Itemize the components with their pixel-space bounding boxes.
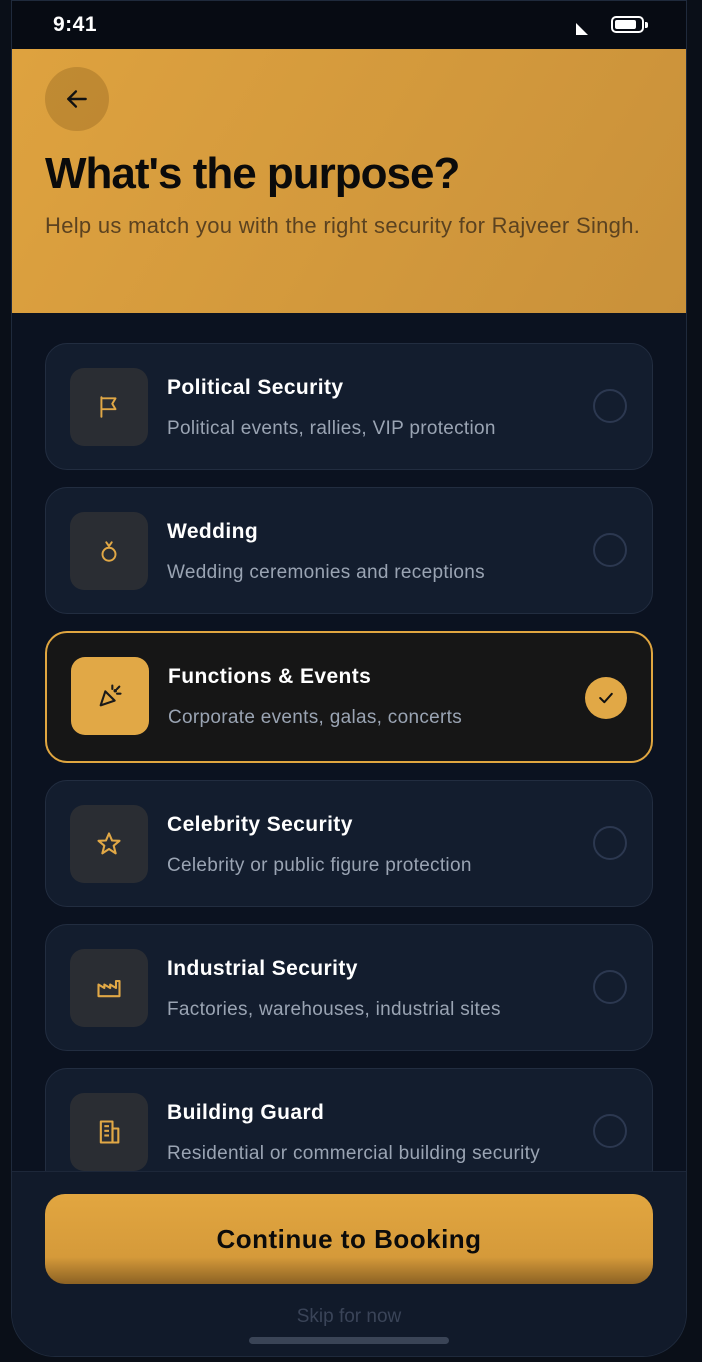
signal-icon (576, 23, 588, 35)
option-radio[interactable] (593, 826, 627, 860)
option-description: Celebrity or public figure protection (167, 855, 472, 876)
option-radio-checked[interactable] (585, 677, 627, 719)
arrow-left-icon (67, 90, 87, 108)
home-indicator (249, 1337, 449, 1344)
ring-icon (101, 541, 117, 562)
option-title: Building Guard (167, 1101, 325, 1124)
option-icon-box (70, 512, 148, 590)
option-description: Wedding ceremonies and receptions (167, 562, 485, 583)
check-icon (599, 692, 613, 704)
battery-icon (611, 16, 648, 33)
option-icon-box (70, 805, 148, 883)
option-icon-box (70, 949, 148, 1027)
option-wedding[interactable]: Wedding Wedding ceremonies and reception… (45, 487, 653, 614)
continue-to-booking-button[interactable]: Continue to Booking (45, 1194, 653, 1284)
flag-icon (100, 396, 117, 418)
status-time: 9:41 (53, 13, 98, 36)
page-subtitle: Help us match you with the right securit… (45, 213, 641, 238)
option-title: Political Security (167, 376, 344, 399)
status-bar: 9:41 (12, 1, 686, 49)
option-radio[interactable] (593, 1114, 627, 1148)
option-political-security[interactable]: Political Security Political events, ral… (45, 343, 653, 470)
option-title: Industrial Security (167, 957, 358, 980)
option-icon-box (70, 1093, 148, 1171)
option-radio[interactable] (593, 970, 627, 1004)
option-description: Factories, warehouses, industrial sites (167, 999, 501, 1020)
app-screen: 9:41 What's the purpose? Help us match y… (11, 0, 687, 1357)
option-title: Functions & Events (168, 665, 372, 688)
building-icon (99, 1120, 120, 1144)
option-description: Political events, rallies, VIP protectio… (167, 418, 496, 439)
option-celebrity-security[interactable]: Celebrity Security Celebrity or public f… (45, 780, 653, 907)
page-header: What's the purpose? Help us match you wi… (12, 49, 686, 313)
option-functions-events[interactable]: Functions & Events Corporate events, gal… (45, 631, 653, 763)
footer-actions: Continue to Booking Skip for now (12, 1171, 686, 1356)
party-popper-icon (99, 684, 122, 707)
star-icon (97, 832, 121, 855)
option-radio[interactable] (593, 389, 627, 423)
factory-icon (97, 979, 121, 998)
option-icon-box (71, 657, 149, 735)
back-button[interactable] (45, 67, 109, 131)
option-description: Corporate events, galas, concerts (168, 707, 462, 728)
option-icon-box (70, 368, 148, 446)
option-industrial-security[interactable]: Industrial Security Factories, warehouse… (45, 924, 653, 1051)
option-title: Celebrity Security (167, 813, 353, 836)
page-title: What's the purpose? (45, 149, 460, 198)
skip-link[interactable]: Skip for now (12, 1306, 686, 1328)
option-title: Wedding (167, 520, 259, 543)
option-radio[interactable] (593, 533, 627, 567)
option-description: Residential or commercial building secur… (167, 1143, 540, 1164)
